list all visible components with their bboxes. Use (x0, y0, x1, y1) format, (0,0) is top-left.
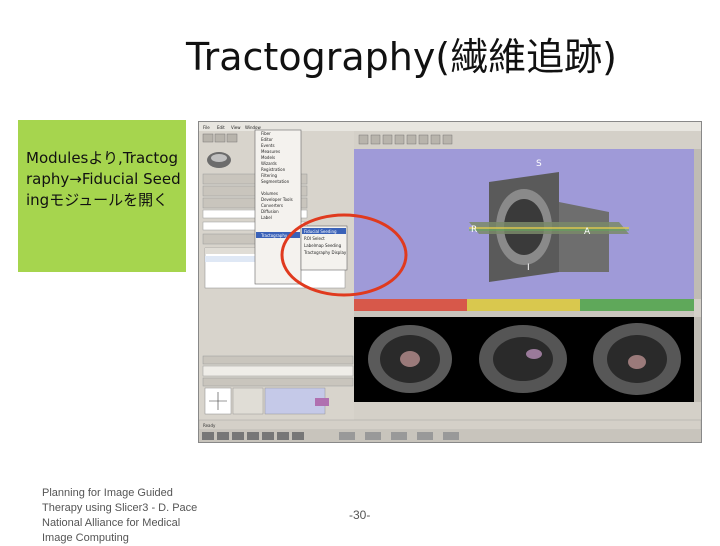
status-text: Ready (203, 423, 216, 428)
menu-item[interactable]: Label (261, 215, 272, 220)
menu-edit[interactable]: Edit (217, 125, 225, 130)
toolbar-button[interactable] (394, 134, 405, 145)
view-controls[interactable] (232, 387, 264, 415)
toolbar-icon[interactable] (214, 133, 226, 143)
yellow-slice-bar[interactable] (467, 299, 580, 311)
menu-item[interactable]: Editor (261, 137, 273, 142)
menu-item[interactable]: Registration (261, 167, 286, 172)
taskbar-window[interactable] (443, 432, 459, 440)
menu-item[interactable]: Models (261, 155, 275, 160)
menu-item[interactable]: Developer Tools (261, 197, 293, 202)
taskbar-icon[interactable] (277, 432, 289, 440)
anterior-label: A (584, 227, 591, 237)
slicer-logo-highlight (211, 154, 227, 162)
status-bar (199, 419, 701, 431)
menu-item[interactable]: Filtering (261, 173, 278, 178)
red-slice-bar[interactable] (354, 299, 467, 311)
scrollbar[interactable] (694, 149, 701, 299)
slicer-screenshot: File Edit View Window 27.337958 (198, 121, 702, 443)
menu-view[interactable]: View (231, 125, 241, 130)
panel-header[interactable] (202, 377, 354, 387)
menu-item[interactable]: Converters (261, 203, 283, 208)
menu-item-tractography[interactable]: Tractography (260, 233, 288, 238)
footer-line: Image Computing (42, 532, 129, 544)
submenu-item[interactable]: Labelmap Seeding (304, 243, 342, 248)
taskbar-window[interactable] (391, 432, 407, 440)
panel-header[interactable] (202, 355, 354, 365)
menu-item[interactable]: Measures (261, 149, 280, 154)
toolbar-button[interactable] (358, 134, 369, 145)
menu-item[interactable]: Segmentation (261, 179, 290, 184)
footer-citation: Planning for Image Guided Therapy using … (42, 486, 202, 546)
inferior-label: I (527, 263, 530, 273)
slice-controls[interactable] (354, 311, 694, 317)
taskbar-icon[interactable] (202, 432, 214, 440)
taskbar-icon[interactable] (217, 432, 229, 440)
toolbar-button[interactable] (382, 134, 393, 145)
taskbar-window[interactable] (417, 432, 433, 440)
menu-item[interactable]: Diffusion (261, 209, 279, 214)
right-label: R (471, 225, 477, 235)
taskbar-window[interactable] (365, 432, 381, 440)
callout-text: Modulesより,Tractography→Fiducial Seedingモ… (26, 149, 181, 209)
panel-row (202, 365, 354, 377)
taskbar-icon[interactable] (232, 432, 244, 440)
submenu-fiducial-seeding[interactable]: Fiducial Seeding (304, 229, 337, 234)
toolbar-icon[interactable] (202, 133, 214, 143)
taskbar-window[interactable] (339, 432, 355, 440)
toolbar-button[interactable] (418, 134, 429, 145)
taskbar-icon[interactable] (292, 432, 304, 440)
menu-item[interactable]: Events (261, 143, 275, 148)
menu-item[interactable]: Fiber (261, 131, 271, 136)
menu-item[interactable]: Wizards (261, 161, 277, 166)
footer-line: National Alliance for Medical (42, 517, 181, 529)
submenu-item[interactable]: ROI Select (304, 236, 325, 241)
view-thumbnail-object (315, 398, 329, 406)
toolbar-button[interactable] (406, 134, 417, 145)
superior-label: S (536, 159, 542, 169)
menu-window[interactable]: Window (245, 125, 262, 130)
menu-item[interactable]: Volumes (261, 191, 278, 196)
footer-line: Therapy using Slicer3 - D. Pace (42, 502, 198, 514)
toolbar-button[interactable] (430, 134, 441, 145)
submenu-item[interactable]: Tractography Display (303, 250, 347, 255)
slicer-window: File Edit View Window 27.337958 (199, 122, 701, 442)
viewer-title-bar (354, 122, 701, 131)
toolbar-button[interactable] (370, 134, 381, 145)
slide-title: Tractography(繊維追跡) (186, 35, 617, 79)
viewer-toolbar (354, 132, 701, 148)
toolbar-icon[interactable] (226, 133, 238, 143)
instruction-callout: Modulesより,Tractography→Fiducial Seedingモ… (18, 120, 186, 272)
menu-file[interactable]: File (203, 125, 210, 130)
taskbar-icon[interactable] (247, 432, 259, 440)
toolbar-button[interactable] (442, 134, 453, 145)
taskbar-icon[interactable] (262, 432, 274, 440)
green-slice-bar[interactable] (580, 299, 694, 311)
footer-line: Planning for Image Guided (42, 487, 173, 499)
page-number: -30- (349, 508, 371, 522)
